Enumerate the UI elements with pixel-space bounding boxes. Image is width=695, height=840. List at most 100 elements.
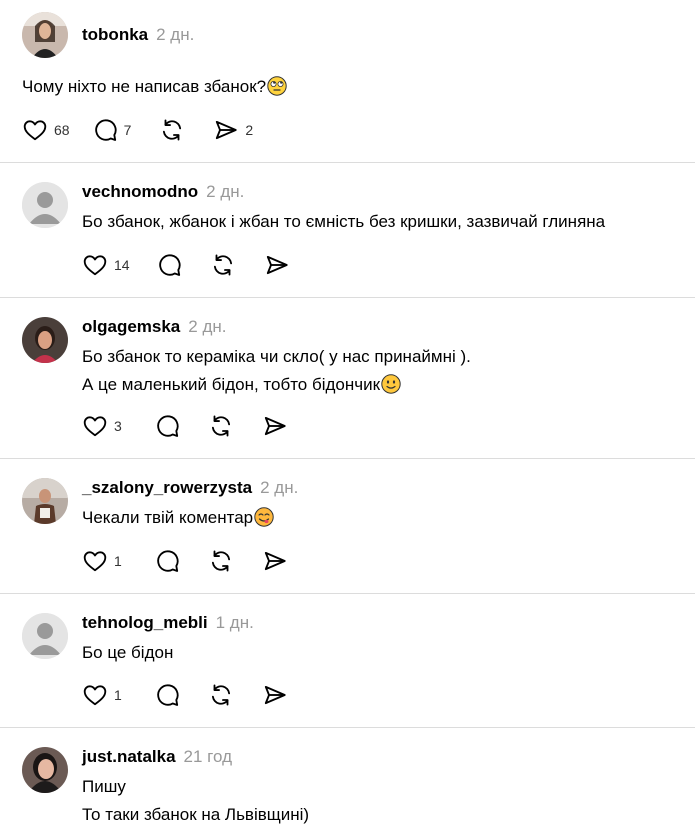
username-text[interactable]: tobonka xyxy=(82,25,148,44)
send-icon xyxy=(266,255,288,275)
reply-text: Бо збанок, жбанок і жбан то ємність без … xyxy=(82,208,605,236)
reply-username[interactable]: _szalony_rowerzysta 2 дн. xyxy=(82,478,298,498)
share-count: 2 xyxy=(245,122,254,138)
divider xyxy=(0,162,695,163)
like-button[interactable]: 68 xyxy=(22,117,70,143)
reply-username[interactable]: olgagemska 2 дн. xyxy=(82,317,226,337)
timestamp: 2 дн. xyxy=(188,317,227,336)
reply-text: Чекали твій коментар xyxy=(82,504,274,532)
avatar[interactable] xyxy=(22,478,68,524)
divider xyxy=(0,593,695,594)
reply-text-line: Чекали твій коментар xyxy=(82,508,254,527)
username-text[interactable]: vechnomodno xyxy=(82,182,198,201)
reply-button[interactable] xyxy=(154,548,180,574)
repost-button[interactable] xyxy=(210,252,236,278)
like-count: 14 xyxy=(114,257,130,273)
slight-smile-emoji-icon xyxy=(381,374,401,394)
reply-text-line: Пишу xyxy=(82,777,126,796)
comment-icon xyxy=(158,254,181,276)
like-button[interactable]: 1 xyxy=(82,548,122,574)
reply-actions: 1 xyxy=(82,548,288,574)
heart-icon xyxy=(83,255,107,276)
username-text[interactable]: olgagemska xyxy=(82,317,180,336)
reply-text-line: То таки збанок на Львівщині) xyxy=(82,805,310,824)
comment-icon xyxy=(94,119,117,141)
repost-button[interactable] xyxy=(208,682,234,708)
repost-icon xyxy=(163,119,182,141)
comment-icon xyxy=(157,684,179,706)
like-count: 3 xyxy=(114,418,122,434)
reply-username[interactable]: just.natalka 21 год xyxy=(82,747,232,767)
reply-username[interactable]: vechnomodno 2 дн. xyxy=(82,182,244,202)
like-count: 1 xyxy=(114,687,122,703)
repost-icon xyxy=(213,254,232,276)
send-icon xyxy=(216,120,238,140)
reply-text: Бо це бідон xyxy=(82,639,173,667)
send-icon xyxy=(264,416,286,436)
repost-icon xyxy=(211,550,230,572)
username-text[interactable]: just.natalka xyxy=(82,747,176,766)
comment-icon xyxy=(157,415,179,437)
post-text-content: Чому ніхто не написав збанок? xyxy=(22,77,267,96)
reply-button[interactable] xyxy=(154,413,180,439)
reply-text-line: А це маленький бідон, тобто бідончик xyxy=(82,375,381,394)
share-button[interactable] xyxy=(262,682,288,708)
default-avatar-icon xyxy=(22,182,68,228)
share-button[interactable] xyxy=(264,252,290,278)
heart-icon xyxy=(23,120,47,141)
avatar[interactable] xyxy=(22,747,68,793)
heart-icon xyxy=(83,685,107,706)
avatar[interactable] xyxy=(22,613,68,659)
timestamp: 2 дн. xyxy=(260,478,299,497)
timestamp: 2 дн. xyxy=(156,25,195,44)
default-avatar-icon xyxy=(22,613,68,659)
like-button[interactable]: 1 xyxy=(82,682,122,708)
divider xyxy=(0,458,695,459)
like-count: 1 xyxy=(114,553,122,569)
avatar[interactable] xyxy=(22,182,68,228)
repost-icon xyxy=(211,415,230,437)
timestamp: 21 год xyxy=(183,747,233,766)
username-text[interactable]: tehnolog_mebli xyxy=(82,613,208,632)
repost-button[interactable] xyxy=(159,117,185,143)
reply-text-line: Бо збанок то кераміка чи скло( у нас при… xyxy=(82,347,471,366)
heart-icon xyxy=(83,416,107,437)
avatar[interactable] xyxy=(22,12,68,58)
timestamp: 1 дн. xyxy=(215,613,254,632)
repost-button[interactable] xyxy=(208,413,234,439)
reply-text: Пишу То таки збанок на Львівщині) xyxy=(82,773,309,829)
reply-actions: 14 xyxy=(82,252,290,278)
send-icon xyxy=(264,685,286,705)
send-icon xyxy=(264,551,286,571)
repost-icon xyxy=(211,684,230,706)
post-text: Чому ніхто не написав збанок? xyxy=(22,73,287,101)
reply-text-line: Бо збанок, жбанок і жбан то ємність без … xyxy=(82,212,606,231)
reply-username[interactable]: tehnolog_mebli 1 дн. xyxy=(82,613,254,633)
share-button[interactable] xyxy=(262,413,288,439)
reply-button[interactable]: 7 xyxy=(92,117,132,143)
yum-emoji-icon xyxy=(254,507,274,527)
like-button[interactable]: 14 xyxy=(82,252,130,278)
share-button[interactable]: 2 xyxy=(213,117,253,143)
reply-text-line: Бо це бідон xyxy=(82,643,174,662)
reply-button[interactable] xyxy=(156,252,182,278)
post-actions: 68 7 2 xyxy=(22,117,253,143)
divider xyxy=(0,297,695,298)
like-button[interactable]: 3 xyxy=(82,413,122,439)
comment-icon xyxy=(157,550,179,572)
reply-text: Бо збанок то кераміка чи скло( у нас при… xyxy=(82,343,471,399)
post-username[interactable]: tobonka 2 дн. xyxy=(82,25,194,45)
timestamp: 2 дн. xyxy=(206,182,245,201)
share-button[interactable] xyxy=(262,548,288,574)
heart-icon xyxy=(83,551,107,572)
reply-count: 7 xyxy=(123,122,132,138)
rolling-eyes-emoji-icon xyxy=(267,76,287,96)
repost-button[interactable] xyxy=(208,548,234,574)
divider xyxy=(0,727,695,728)
like-count: 68 xyxy=(54,122,70,138)
reply-actions: 3 xyxy=(82,413,288,439)
reply-actions: 1 xyxy=(82,682,288,708)
username-text[interactable]: _szalony_rowerzysta xyxy=(82,478,252,497)
reply-button[interactable] xyxy=(154,682,180,708)
avatar[interactable] xyxy=(22,317,68,363)
